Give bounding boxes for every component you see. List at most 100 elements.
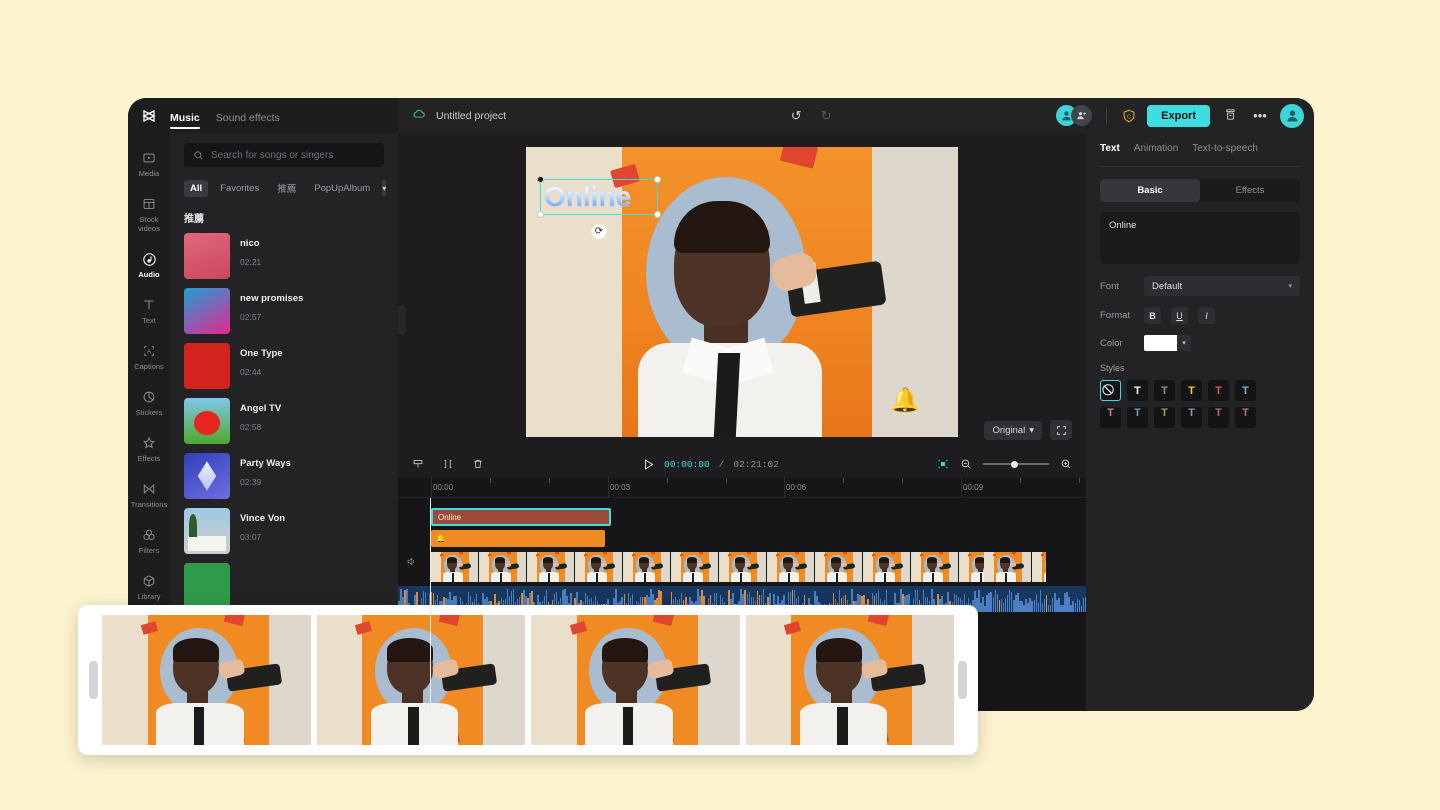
tab-animation[interactable]: Animation	[1134, 143, 1178, 159]
chip-favorites[interactable]: Favorites	[214, 180, 265, 197]
resize-handle-bl[interactable]	[537, 211, 544, 218]
resize-handle-tl[interactable]	[537, 176, 544, 183]
inspector-tabs: Text Animation Text-to-speech	[1100, 143, 1300, 167]
style-brown-shadow[interactable]: T	[1235, 407, 1256, 428]
chip-all[interactable]: All	[184, 180, 208, 197]
color-picker[interactable]: ▾	[1144, 335, 1191, 351]
pro-crown-icon[interactable]: C	[1121, 108, 1137, 124]
sidebar-item-library[interactable]: Library	[128, 564, 170, 610]
cut-split-icon[interactable]	[412, 458, 424, 470]
ruler-label: 00:00	[433, 483, 453, 492]
resize-handle-tr[interactable]	[654, 176, 661, 183]
segment-basic[interactable]: Basic	[1100, 179, 1200, 202]
bell-sticker[interactable]: 🔔	[890, 386, 920, 415]
carousel-left-handle[interactable]	[89, 661, 98, 699]
list-item[interactable]: Angel TV 02:58	[184, 398, 384, 444]
text-overlay-selection[interactable]: Online ⟳	[540, 179, 658, 215]
sidebar-item-filters[interactable]: Filters	[128, 518, 170, 564]
search-placeholder: Search for songs or singers	[211, 150, 333, 161]
undo-icon[interactable]: ↺	[786, 108, 806, 124]
bold-button[interactable]: B	[1144, 307, 1161, 324]
bell-sticker-icon: 🔔	[436, 534, 446, 543]
list-item[interactable]: nico 02:21	[184, 233, 384, 279]
zoom-out-icon[interactable]	[960, 458, 972, 470]
segment-effects[interactable]: Effects	[1200, 179, 1300, 202]
add-member-icon[interactable]	[1071, 105, 1092, 126]
style-teal-shadow[interactable]: T	[1181, 407, 1202, 428]
cloud-icon[interactable]	[412, 107, 426, 124]
list-item[interactable]	[184, 563, 384, 609]
collaborators[interactable]	[1056, 105, 1092, 126]
video-preview[interactable]: 🔔 Online ⟳	[526, 147, 958, 437]
export-button[interactable]: Export	[1147, 105, 1210, 127]
archive-icon[interactable]	[1220, 108, 1240, 124]
sidebar-item-text[interactable]: Text	[128, 288, 170, 334]
chip-popupalbum[interactable]: PopUpAlbum	[308, 180, 376, 197]
sidebar-item-transitions[interactable]: Transitions	[128, 472, 170, 518]
fit-to-screen-icon[interactable]	[937, 458, 949, 470]
crop-icon[interactable]	[442, 458, 454, 470]
playhead[interactable]	[430, 498, 431, 711]
panel-collapse-handle[interactable]	[398, 305, 406, 335]
style-pink-shadow[interactable]: T	[1100, 407, 1121, 428]
carousel-frame-card[interactable]	[102, 615, 311, 745]
carousel-right-handle[interactable]	[958, 661, 967, 699]
capcut-logo-icon[interactable]	[128, 98, 170, 133]
project-name[interactable]: Untitled project	[436, 110, 506, 122]
text-clip[interactable]: Online	[431, 508, 611, 526]
list-item[interactable]: Vince Von 03:07	[184, 508, 384, 554]
font-select[interactable]: Default ▾	[1144, 276, 1300, 296]
frames-carousel-popup[interactable]	[78, 605, 978, 755]
sidebar-item-media[interactable]: Media	[128, 141, 170, 187]
filter-chips: All Favorites 推薦 PopUpAlbum ▾	[184, 178, 384, 198]
style-rose-shadow[interactable]: T	[1208, 407, 1229, 428]
sidebar-item-effects[interactable]: Effects	[128, 426, 170, 472]
play-icon[interactable]	[642, 458, 655, 471]
list-item[interactable]: Party Ways 02:39	[184, 453, 384, 499]
color-label: Color	[1100, 338, 1134, 349]
rotate-handle-icon[interactable]: ⟳	[592, 224, 607, 239]
aspect-ratio-button[interactable]: Original ▾	[984, 421, 1042, 440]
list-item[interactable]: new promises 02:57	[184, 288, 384, 334]
style-outline[interactable]: T	[1154, 380, 1175, 401]
resize-handle-br[interactable]	[654, 211, 661, 218]
carousel-frame-card[interactable]	[531, 615, 740, 745]
carousel-frame-card[interactable]	[746, 615, 955, 745]
fullscreen-icon[interactable]	[1050, 420, 1072, 440]
more-options-icon[interactable]: •••	[1250, 108, 1270, 123]
list-item[interactable]: One Type 02:44	[184, 343, 384, 389]
chip-recommended[interactable]: 推薦	[271, 178, 302, 198]
speaker-icon[interactable]	[406, 556, 417, 570]
redo-icon[interactable]: ↻	[816, 108, 836, 124]
tab-text-to-speech[interactable]: Text-to-speech	[1192, 143, 1258, 159]
text-value-field[interactable]: Online	[1100, 212, 1300, 264]
style-yellow[interactable]: T	[1181, 380, 1202, 401]
tab-music[interactable]: Music	[170, 112, 200, 129]
zoom-slider[interactable]	[983, 459, 1049, 469]
style-white[interactable]: T	[1127, 380, 1148, 401]
style-blue[interactable]: T	[1235, 380, 1256, 401]
color-swatch[interactable]	[1144, 335, 1177, 351]
underline-button[interactable]: U	[1171, 307, 1188, 324]
style-blue-shadow[interactable]: T	[1127, 407, 1148, 428]
tab-sound-effects[interactable]: Sound effects	[216, 112, 280, 129]
chevron-down-icon[interactable]: ▾	[382, 180, 386, 196]
search-input[interactable]: Search for songs or singers	[184, 143, 384, 167]
zoom-in-icon[interactable]	[1060, 458, 1072, 470]
sidebar-item-audio[interactable]: Audio	[128, 242, 170, 288]
italic-button[interactable]: I	[1198, 307, 1215, 324]
sticker-clip[interactable]: 🔔	[431, 530, 605, 547]
timeline-ruler[interactable]: 00:00 00:03 00:06 00:09 00:12	[398, 478, 1086, 498]
carousel-frame-card[interactable]	[317, 615, 526, 745]
chevron-down-icon[interactable]: ▾	[1177, 335, 1191, 351]
style-none[interactable]: ⃠	[1100, 380, 1121, 401]
delete-icon[interactable]	[472, 458, 484, 470]
style-olive-shadow[interactable]: T	[1154, 407, 1175, 428]
tab-text[interactable]: Text	[1100, 143, 1120, 159]
avatar[interactable]	[1280, 104, 1304, 128]
sidebar-item-stickers[interactable]: Stickers	[128, 380, 170, 426]
sidebar-item-captions[interactable]: A Captions	[128, 334, 170, 380]
video-clip-2[interactable]	[984, 552, 1046, 582]
style-red[interactable]: T	[1208, 380, 1229, 401]
sidebar-item-stock-videos[interactable]: Stock videos	[128, 187, 170, 242]
